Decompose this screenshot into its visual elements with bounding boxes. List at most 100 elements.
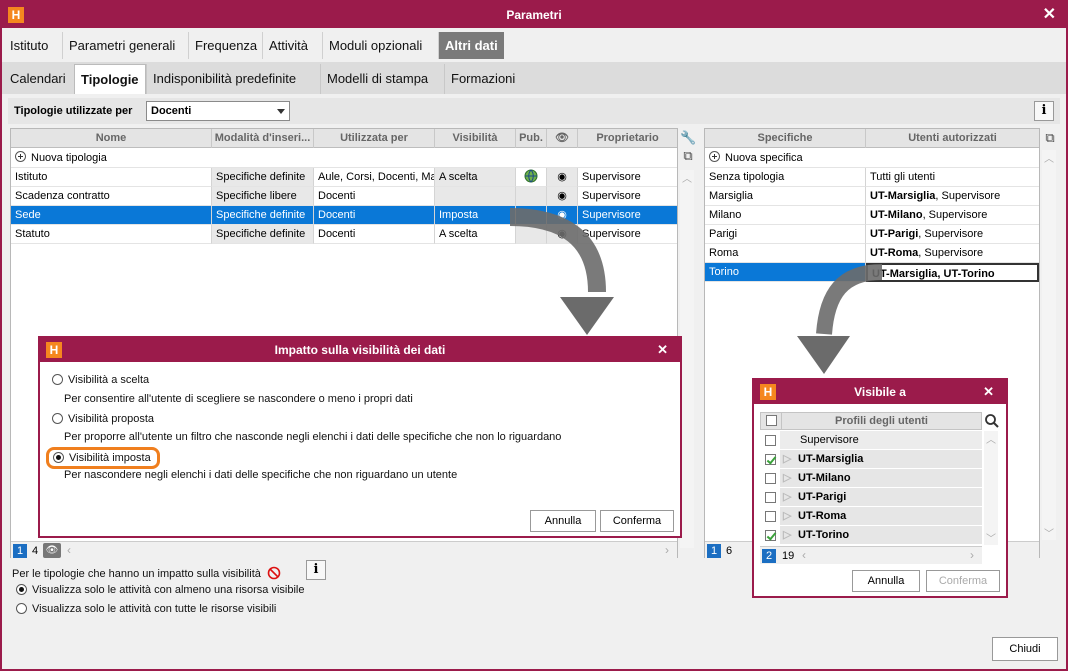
list-item[interactable]: Supervisore	[760, 431, 982, 450]
col-specifiche[interactable]: Specifiche	[705, 129, 866, 148]
tab-moduli-opzionali[interactable]: Moduli opzionali	[322, 32, 428, 59]
list-item[interactable]: ▷ UT-Roma	[760, 507, 982, 526]
right-vertical-scrollbar[interactable]: ︿ ﹀	[1042, 150, 1056, 540]
scroll-down-icon[interactable]: ﹀	[1044, 525, 1054, 540]
filter-dropdown[interactable]: Docenti	[146, 101, 290, 121]
close-icon[interactable]: ✕	[657, 342, 668, 358]
option-visibilita-proposta[interactable]: Visibilità proposta	[52, 413, 154, 425]
conferma-button[interactable]: Conferma	[600, 510, 674, 532]
conferma-button[interactable]: Conferma	[926, 570, 1000, 592]
utenti-bold: UT-Roma	[870, 247, 919, 259]
checkbox-unchecked[interactable]	[765, 473, 776, 484]
scroll-down-icon[interactable]: ﹀	[986, 530, 996, 545]
scroll-left-icon[interactable]: ‹	[67, 543, 71, 557]
table-row[interactable]: Istituto Specifiche definite Aule, Corsi…	[11, 168, 677, 187]
checkbox-unchecked[interactable]	[765, 492, 776, 503]
list-item[interactable]: ▷ UT-Parigi	[760, 488, 982, 507]
scroll-right-icon[interactable]: ›	[665, 543, 669, 557]
tab-parametri-generali[interactable]: Parametri generali	[62, 32, 181, 59]
annulla-button[interactable]: Annulla	[852, 570, 920, 592]
page-indicator[interactable]: 1	[707, 544, 721, 558]
close-icon[interactable]: ✕	[983, 384, 994, 400]
table-row[interactable]: Scadenza contratto Specifiche libere Doc…	[11, 187, 677, 206]
info-icon[interactable]: i	[306, 560, 326, 580]
table-row[interactable]: Milano UT-Milano, Supervisore	[705, 206, 1039, 225]
list-item[interactable]: ▷ UT-Milano	[760, 469, 982, 488]
scroll-up-icon[interactable]: ︿	[682, 170, 692, 185]
list-item[interactable]: ▷ UT-Torino	[760, 526, 982, 545]
col-modalita[interactable]: Modalità d'inseri...	[212, 129, 314, 148]
radio-checked[interactable]	[53, 452, 64, 463]
cell-utenti: UT-Marsiglia, Supervisore	[866, 187, 1039, 206]
checkbox-unchecked[interactable]	[765, 511, 776, 522]
list-item-label: ▷ UT-Roma	[780, 507, 982, 525]
col-eye[interactable]: 👁	[547, 129, 578, 148]
copy-icon[interactable]: ⧉	[680, 148, 696, 164]
col-utilizzata[interactable]: Utilizzata per	[314, 129, 435, 148]
table-row[interactable]: Marsiglia UT-Marsiglia, Supervisore	[705, 187, 1039, 206]
radio-unchecked[interactable]	[52, 374, 63, 385]
page-indicator[interactable]: 1	[13, 544, 27, 558]
option-tutte[interactable]: Visualizza solo le attività con tutte le…	[16, 603, 276, 615]
add-icon	[15, 151, 26, 162]
visibility-dialog: H Impatto sulla visibilità dei dati ✕ Vi…	[38, 336, 682, 538]
radio-unchecked[interactable]	[52, 413, 63, 424]
cell-utenti: UT-Parigi, Supervisore	[866, 225, 1039, 244]
copy-icon[interactable]: ⧉	[1042, 130, 1058, 146]
tab-attivita[interactable]: Attività	[262, 32, 314, 59]
left-vertical-scrollbar[interactable]: ︿	[680, 170, 694, 548]
table-row[interactable]: Senza tipologia Tutti gli utenti	[705, 168, 1039, 187]
page-indicator[interactable]: 2	[762, 549, 776, 563]
option-almeno-una[interactable]: Visualizza solo le attività con almeno u…	[16, 584, 305, 596]
eye-icon: 👁	[555, 132, 569, 144]
new-specifica-row[interactable]: Nuova specifica	[705, 149, 1039, 168]
chiudi-button[interactable]: Chiudi	[992, 637, 1058, 661]
add-icon	[709, 151, 720, 162]
checkbox-unchecked[interactable]	[765, 435, 776, 446]
tab-altri-dati[interactable]: Altri dati	[438, 32, 504, 59]
col-proprietario[interactable]: Proprietario	[578, 129, 677, 148]
tab-calendari[interactable]: Calendari	[4, 64, 72, 94]
list-vertical-scrollbar[interactable]: ︿ ﹀	[984, 431, 998, 545]
tab-tipologie[interactable]: Tipologie	[74, 64, 146, 94]
close-icon[interactable]: ✕	[1043, 7, 1056, 23]
visibility-eye-icon[interactable]: 👁	[43, 543, 61, 558]
list-item[interactable]: ▷ UT-Marsiglia	[760, 450, 982, 469]
col-visibilita[interactable]: Visibilità	[435, 129, 516, 148]
option-visibilita-imposta[interactable]: Visibilità imposta	[46, 447, 160, 469]
search-icon[interactable]	[984, 413, 1000, 429]
select-all-checkbox[interactable]	[766, 415, 777, 426]
arrow-to-visibile-a-icon	[797, 264, 883, 374]
tab-istituto[interactable]: Istituto	[4, 32, 54, 59]
cell-specifica: Marsiglia	[705, 187, 866, 206]
cell-specifica: Senza tipologia	[705, 168, 866, 187]
tab-modelli-di-stampa[interactable]: Modelli di stampa	[320, 64, 434, 94]
col-profili[interactable]: Profili degli utenti	[781, 413, 981, 429]
table-row[interactable]: Roma UT-Roma, Supervisore	[705, 244, 1039, 263]
tab-indisponibilita[interactable]: Indisponibilità predefinite	[146, 64, 302, 94]
sub-tabs: Calendari Tipologie Indisponibilità pred…	[2, 62, 1066, 94]
col-pub[interactable]: Pub.	[516, 129, 547, 148]
scroll-up-icon[interactable]: ︿	[1044, 150, 1054, 165]
tab-frequenza[interactable]: Frequenza	[188, 32, 263, 59]
table-header: Nome Modalità d'inseri... Utilizzata per…	[11, 129, 677, 148]
cell-specifica: Parigi	[705, 225, 866, 244]
option-visibilita-a-scelta[interactable]: Visibilità a scelta	[52, 374, 149, 386]
table-row[interactable]: Parigi UT-Parigi, Supervisore	[705, 225, 1039, 244]
scroll-right-icon[interactable]: ›	[970, 548, 974, 562]
radio-unchecked[interactable]	[16, 603, 27, 614]
new-tipologia-row[interactable]: Nuova tipologia	[11, 149, 677, 168]
checkbox-checked[interactable]	[765, 454, 776, 465]
info-icon[interactable]: i	[1034, 101, 1054, 121]
col-nome[interactable]: Nome	[11, 129, 212, 148]
main-tabs: Istituto Parametri generali Frequenza At…	[2, 32, 1066, 59]
annulla-button[interactable]: Annulla	[530, 510, 596, 532]
scroll-left-icon[interactable]: ‹	[802, 548, 806, 562]
radio-checked[interactable]	[16, 584, 27, 595]
checkbox-checked[interactable]	[765, 530, 776, 541]
wrench-icon[interactable]: 🔧	[680, 130, 696, 146]
tab-formazioni[interactable]: Formazioni	[444, 64, 521, 94]
scroll-up-icon[interactable]: ︿	[986, 431, 996, 446]
col-utenti-autorizzati[interactable]: Utenti autorizzati	[866, 129, 1039, 148]
row-count: 6	[726, 545, 733, 557]
